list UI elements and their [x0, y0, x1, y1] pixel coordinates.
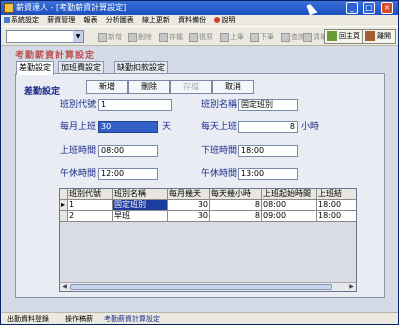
chevron-down-icon[interactable]: ▼ — [73, 31, 83, 42]
home-icon — [327, 31, 337, 41]
save-button[interactable]: 存檔 — [170, 80, 212, 94]
table-cell[interactable]: 09:00 — [262, 211, 317, 222]
status-item: 考勤薪資計算設定 — [104, 315, 160, 323]
table-cell[interactable]: 18:00 — [317, 211, 356, 222]
add-button[interactable]: 新增 — [86, 80, 128, 94]
tab-attendance[interactable]: 差勤設定 — [16, 61, 54, 75]
section-title: 差勤設定 — [24, 87, 61, 97]
minimize-button[interactable]: _ — [346, 2, 358, 14]
daily-hours-label: 每天上班 — [201, 122, 238, 132]
toolbar-add-button: 新增 — [98, 30, 122, 44]
toolbar: ▼ 新增 刪除 存檔 復原 上筆 下筆 查詢 清單 回主頁 離開 — [1, 26, 398, 46]
prev-icon — [220, 32, 229, 42]
delete-button[interactable]: 刪除 — [128, 80, 170, 94]
table-cell[interactable]: 8 — [210, 200, 262, 211]
column-header[interactable]: 每月幾天 — [168, 189, 210, 200]
menu-backup[interactable]: 資料備份 — [175, 15, 209, 26]
break-start-label: 午休時間 — [60, 169, 97, 179]
scroll-right-icon[interactable]: ▶ — [347, 283, 356, 291]
toolbar-delete-button: 刪除 — [128, 30, 152, 44]
grid-header: 班別代號 班別名稱 每月幾天 每天幾小時 上班起始時間 上班結 — [60, 189, 356, 200]
add-icon — [98, 32, 107, 42]
table-cell[interactable]: 1 — [68, 200, 113, 211]
start-time-label: 上班時間 — [60, 146, 97, 156]
break-start-field[interactable]: 12:00 — [98, 168, 158, 180]
shift-name-label: 班別名稱 — [201, 100, 238, 110]
function-combo[interactable]: ▼ — [6, 30, 84, 43]
status-bar: 出勤資料登錄 操作稿薪 考勤薪資計算設定 — [1, 312, 398, 324]
column-header[interactable]: 上班結 — [317, 189, 356, 200]
close-button[interactable]: × — [381, 2, 393, 14]
delete-icon — [128, 32, 137, 42]
shift-code-label: 班別代號 — [60, 100, 97, 110]
table-cell[interactable]: 08:00 — [262, 200, 317, 211]
list-icon — [303, 32, 312, 42]
menu-payroll[interactable]: 薪資管理 — [44, 15, 78, 26]
end-time-label: 下班時間 — [201, 146, 238, 156]
toolbar-save-button: 存檔 — [159, 30, 183, 44]
daily-hours-unit: 小時 — [301, 122, 320, 132]
toolbar-query-button: 查詢 — [281, 30, 305, 44]
menu-charts[interactable]: 分析圖表 — [103, 15, 137, 26]
table-cell[interactable]: 30 — [168, 200, 210, 211]
monthly-days-label: 每月上班 — [60, 122, 97, 132]
row-marker — [60, 211, 68, 222]
toolbar-prev-button: 上筆 — [220, 30, 244, 44]
table-cell[interactable]: 固定班別 — [113, 200, 168, 211]
monthly-days-unit: 天 — [162, 122, 172, 132]
title-bar: 薪資達人 - [考勤薪資計算設定] _ □ × — [1, 1, 398, 15]
undo-icon — [189, 32, 198, 42]
column-header[interactable]: 班別代號 — [68, 189, 113, 200]
page-title: 考勤薪資計算設定 — [15, 51, 96, 61]
table-cell[interactable]: 2 — [68, 211, 113, 222]
menu-update[interactable]: 線上更新 — [139, 15, 173, 26]
scroll-thumb[interactable] — [70, 284, 332, 290]
save-icon — [159, 32, 168, 42]
query-icon — [281, 32, 290, 42]
app-icon — [4, 3, 14, 13]
exit-icon — [365, 31, 375, 41]
shift-code-field[interactable]: 1 — [98, 99, 172, 111]
window-title: 薪資達人 - [考勤薪資計算設定] — [16, 3, 127, 12]
column-header[interactable]: 班別名稱 — [113, 189, 168, 200]
menu-system[interactable]: 系統設定 — [1, 15, 42, 26]
shift-grid[interactable]: 班別代號 班別名稱 每月幾天 每天幾小時 上班起始時間 上班結 ▸ 1 固定班別… — [59, 188, 357, 292]
grid-corner — [60, 189, 68, 200]
cancel-button[interactable]: 取消 — [212, 80, 254, 94]
column-header[interactable]: 上班起始時間 — [262, 189, 317, 200]
horizontal-scrollbar[interactable]: ◀ ▶ — [60, 282, 356, 291]
help-icon — [214, 17, 221, 23]
column-header[interactable]: 每天幾小時 — [210, 189, 262, 200]
system-icon — [4, 17, 10, 23]
shift-name-field[interactable]: 固定班別 — [238, 99, 298, 111]
app-window: 薪資達人 - [考勤薪資計算設定] _ □ × 系統設定 薪資管理 報表 分析圖… — [0, 0, 399, 325]
scroll-left-icon[interactable]: ◀ — [60, 283, 69, 291]
end-time-field[interactable]: 18:00 — [238, 145, 298, 157]
toolbar-undo-button: 復原 — [189, 30, 213, 44]
status-item: 出勤資料登錄 — [7, 315, 49, 323]
break-end-field[interactable]: 13:00 — [238, 168, 298, 180]
exit-button[interactable]: 離開 — [362, 29, 396, 44]
home-button[interactable]: 回主頁 — [324, 29, 365, 44]
toolbar-next-button: 下筆 — [250, 30, 274, 44]
next-icon — [250, 32, 259, 42]
maximize-button[interactable]: □ — [363, 2, 375, 14]
break-end-label: 午休時間 — [201, 169, 238, 179]
menu-bar: 系統設定 薪資管理 報表 分析圖表 線上更新 資料備份 說明 — [1, 15, 398, 26]
monthly-days-field[interactable]: 30 — [98, 121, 158, 133]
table-cell[interactable]: 早班 — [113, 211, 168, 222]
table-cell[interactable]: 18:00 — [317, 200, 356, 211]
row-marker: ▸ — [60, 200, 68, 211]
table-cell[interactable]: 8 — [210, 211, 262, 222]
status-item: 操作稿薪 — [65, 315, 93, 323]
table-cell[interactable]: 30 — [168, 211, 210, 222]
start-time-field[interactable]: 08:00 — [98, 145, 158, 157]
menu-help[interactable]: 說明 — [211, 15, 238, 26]
daily-hours-field[interactable]: 8 — [238, 121, 298, 133]
menu-reports[interactable]: 報表 — [80, 15, 100, 26]
